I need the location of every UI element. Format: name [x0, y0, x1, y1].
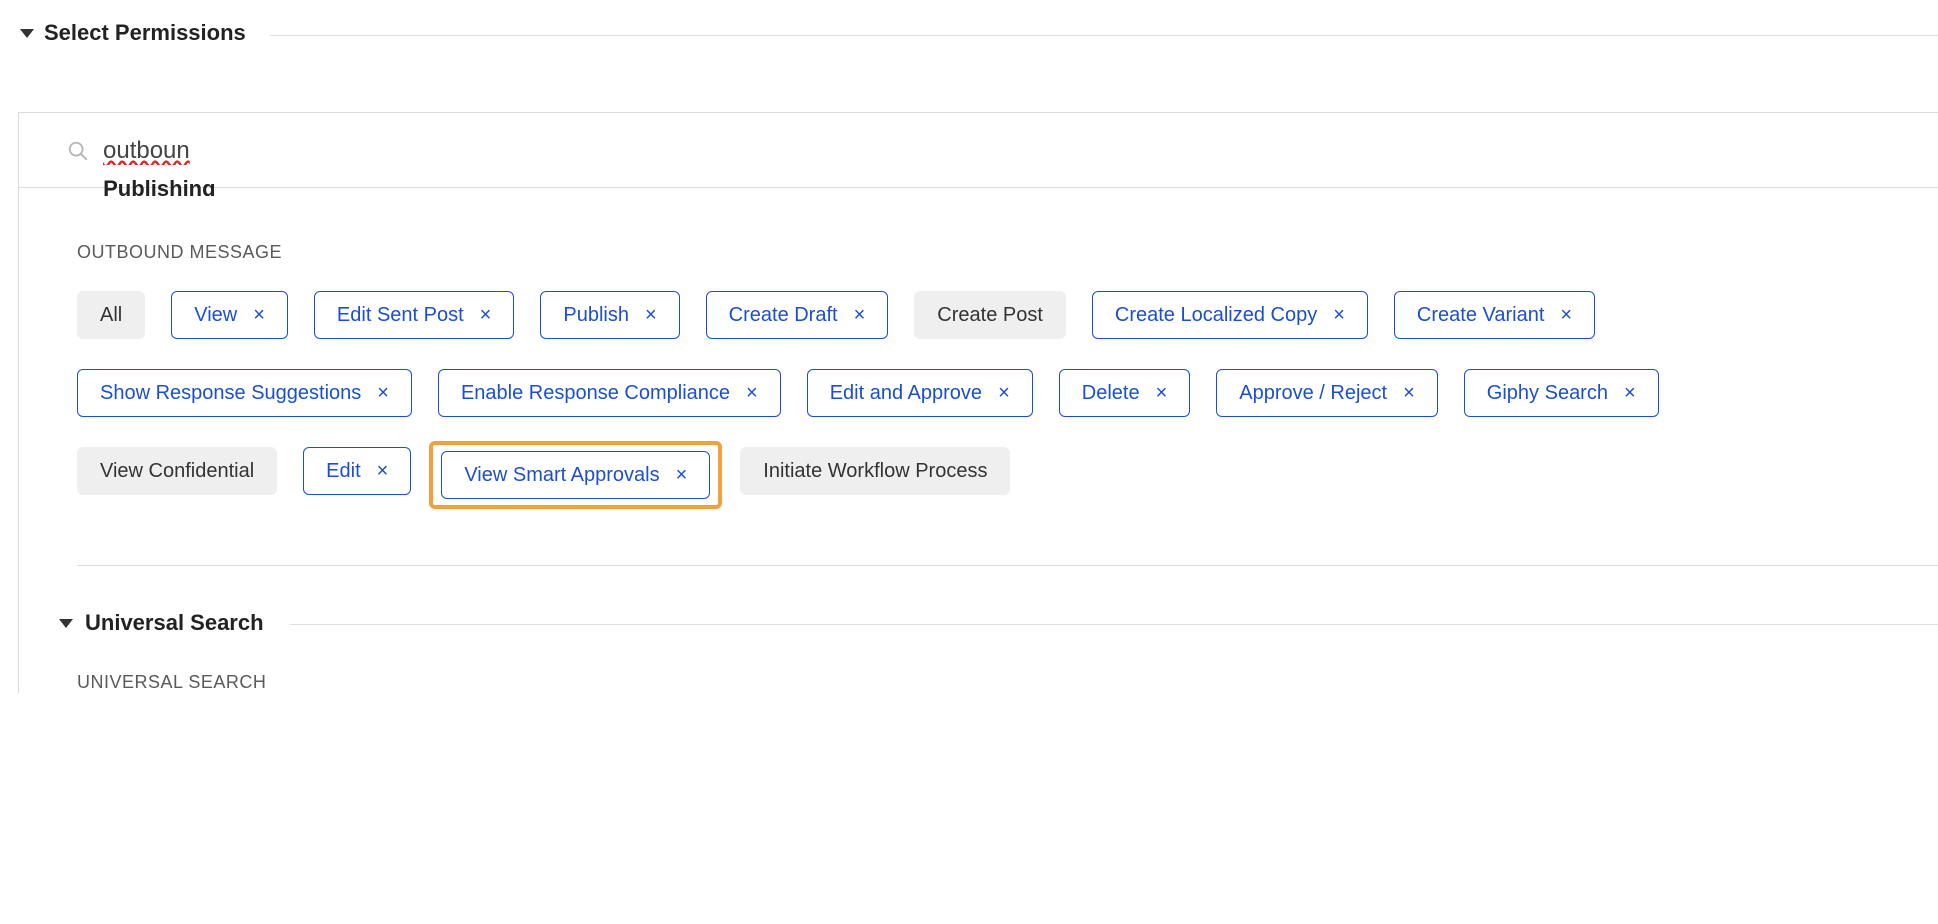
chip-label: Create Variant [1417, 304, 1544, 327]
close-icon[interactable]: × [998, 383, 1010, 403]
chip-label: Show Response Suggestions [100, 382, 361, 405]
highlight-frame: View Smart Approvals × [429, 441, 722, 509]
permission-chip-list: AllView×Edit Sent Post×Publish×Create Dr… [77, 291, 1777, 503]
chip-label: Giphy Search [1487, 382, 1608, 405]
permission-chip[interactable]: View Smart Approvals × [441, 451, 710, 499]
chip-label: Edit [326, 460, 360, 483]
permission-chip[interactable]: Approve / Reject × [1216, 369, 1438, 417]
close-icon[interactable]: × [1624, 383, 1636, 403]
permission-chip[interactable]: View Confidential [77, 447, 277, 495]
permission-chip[interactable]: Edit Sent Post × [314, 291, 514, 339]
close-icon[interactable]: × [854, 305, 866, 325]
subheader-rule [290, 624, 1938, 625]
permissions-panel: Publishing OUTBOUND MESSAGE AllView×Edit… [18, 112, 1938, 693]
chip-label: Create Localized Copy [1115, 304, 1317, 327]
close-icon[interactable]: × [253, 305, 265, 325]
permission-chip[interactable]: Initiate Workflow Process [740, 447, 1010, 495]
chip-label: View [194, 304, 237, 327]
universal-search-title: Universal Search [85, 610, 264, 636]
close-icon[interactable]: × [480, 305, 492, 325]
close-icon[interactable]: × [676, 465, 688, 485]
search-icon [67, 140, 89, 162]
permission-chip[interactable]: Show Response Suggestions × [77, 369, 412, 417]
close-icon[interactable]: × [1333, 305, 1345, 325]
permission-chip[interactable]: Create Variant × [1394, 291, 1595, 339]
close-icon[interactable]: × [1560, 305, 1572, 325]
close-icon[interactable]: × [1156, 383, 1168, 403]
universal-search-group-label: UNIVERSAL SEARCH [77, 672, 1938, 693]
permission-chip[interactable]: View × [171, 291, 288, 339]
chip-label: Create Post [937, 304, 1043, 327]
search-input-wrapper[interactable] [103, 137, 503, 165]
close-icon[interactable]: × [746, 383, 758, 403]
publishing-title: Publishing [103, 178, 215, 196]
header-rule [270, 35, 1938, 36]
chip-label: All [100, 304, 122, 327]
select-permissions-header[interactable]: Select Permissions [0, 0, 1938, 46]
close-icon[interactable]: × [1403, 383, 1415, 403]
section-title: Select Permissions [44, 20, 246, 46]
caret-down-icon [20, 29, 34, 38]
close-icon[interactable]: × [377, 383, 389, 403]
publishing-section-header[interactable]: Publishing [77, 178, 1938, 196]
chip-label: Delete [1082, 382, 1140, 405]
search-input[interactable] [103, 137, 503, 165]
permission-chip[interactable]: Create Draft × [706, 291, 889, 339]
universal-search-section-header[interactable]: Universal Search [59, 610, 1938, 636]
chip-label: Initiate Workflow Process [763, 460, 987, 483]
close-icon[interactable]: × [645, 305, 657, 325]
chip-label: Approve / Reject [1239, 382, 1387, 405]
divider [77, 565, 1938, 566]
chip-label: Enable Response Compliance [461, 382, 730, 405]
permission-chip[interactable]: Publish × [540, 291, 679, 339]
caret-down-icon [59, 619, 73, 628]
chip-label: Edit and Approve [830, 382, 982, 405]
permission-chip[interactable]: Giphy Search × [1464, 369, 1659, 417]
permission-chip[interactable]: Enable Response Compliance × [438, 369, 781, 417]
close-icon[interactable]: × [377, 461, 389, 481]
outbound-message-label: OUTBOUND MESSAGE [77, 242, 1938, 263]
permission-chip[interactable]: Delete × [1059, 369, 1191, 417]
chip-label: Publish [563, 304, 629, 327]
chip-label: Edit Sent Post [337, 304, 464, 327]
permission-chip[interactable]: Edit and Approve × [807, 369, 1033, 417]
permission-chip[interactable]: Create Post [914, 291, 1066, 339]
chip-label: Create Draft [729, 304, 838, 327]
permission-chip[interactable]: All [77, 291, 145, 339]
permission-chip[interactable]: Create Localized Copy × [1092, 291, 1368, 339]
chip-label: View Confidential [100, 460, 254, 483]
permission-chip[interactable]: Edit × [303, 447, 411, 495]
chip-label: View Smart Approvals [464, 464, 659, 487]
search-row [19, 113, 1938, 188]
